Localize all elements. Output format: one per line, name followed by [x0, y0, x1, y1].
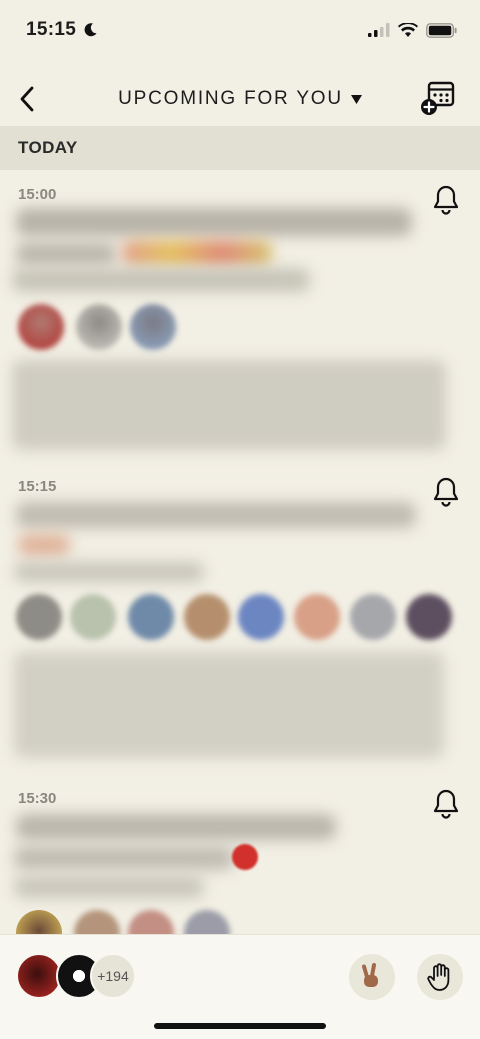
room-listeners[interactable]: +194 [16, 953, 136, 999]
blurred-title [16, 242, 116, 266]
status-icons [368, 22, 458, 38]
signal-icon [368, 23, 390, 37]
blurred-title [16, 502, 416, 528]
avatar[interactable] [70, 594, 116, 640]
calendar-add-icon [421, 81, 455, 115]
blurred-emoji [18, 534, 70, 556]
feed-selector[interactable]: UPCOMING FOR YOU [118, 88, 362, 110]
blurred-club-line [12, 268, 310, 292]
blurred-club-line [14, 876, 204, 898]
event-time: 15:30 [18, 790, 57, 807]
avatar[interactable] [128, 910, 174, 934]
status-time: 15:15 [26, 19, 98, 41]
red-emoji [232, 844, 258, 870]
raise-hand-button[interactable] [417, 954, 463, 1000]
avatar[interactable] [18, 304, 64, 350]
page-title: UPCOMING FOR YOU [118, 88, 343, 109]
listener-count: +194 [90, 953, 136, 999]
blurred-title [16, 208, 412, 236]
event-time: 15:15 [18, 478, 57, 495]
status-bar: 15:15 [0, 0, 480, 60]
blurred-club-line [14, 562, 204, 582]
blurred-description [12, 360, 446, 450]
avatar[interactable] [128, 594, 174, 640]
avatar[interactable] [238, 594, 284, 640]
section-header-today: TODAY [0, 126, 480, 170]
avatar[interactable] [130, 304, 176, 350]
avatar[interactable] [406, 594, 452, 640]
victory-hand-icon [362, 963, 378, 987]
nav-bar: UPCOMING FOR YOU [0, 72, 480, 126]
event-card[interactable]: 15:15 [0, 462, 480, 780]
peace-button[interactable] [349, 954, 395, 1000]
avatar[interactable] [184, 910, 230, 934]
caret-down-icon [350, 94, 362, 104]
event-card[interactable]: 15:00 [0, 170, 480, 460]
avatar[interactable] [350, 594, 396, 640]
blurred-description [14, 652, 444, 758]
battery-icon [426, 22, 457, 38]
wifi-icon [398, 22, 418, 37]
avatar[interactable] [16, 594, 62, 640]
bell-icon[interactable] [432, 476, 460, 508]
avatar[interactable] [294, 594, 340, 640]
moon-icon [84, 23, 97, 37]
add-event-button[interactable] [420, 80, 456, 116]
event-time: 15:00 [18, 186, 57, 203]
chevron-left-icon [20, 86, 34, 112]
clock: 15:15 [26, 19, 77, 40]
bell-icon[interactable] [432, 788, 460, 820]
event-card[interactable]: 15:30 [0, 782, 480, 934]
back-button[interactable] [12, 84, 42, 114]
blurred-title [14, 846, 234, 870]
event-feed[interactable]: 15:00 15:15 15:30 [0, 170, 480, 934]
avatar[interactable] [76, 304, 122, 350]
blurred-title [16, 814, 336, 840]
avatar[interactable] [16, 910, 62, 934]
raise-hand-icon [427, 963, 450, 991]
avatar[interactable] [184, 594, 230, 640]
bell-icon[interactable] [432, 184, 460, 216]
avatar[interactable] [74, 910, 120, 934]
blurred-emoji [122, 240, 272, 266]
home-indicator[interactable] [154, 1023, 326, 1029]
